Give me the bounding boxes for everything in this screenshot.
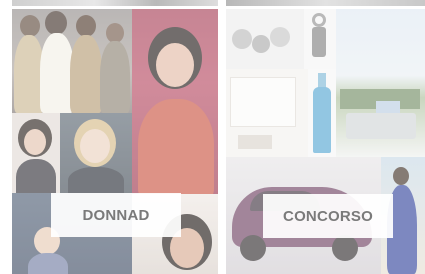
champagne-bottle-photo xyxy=(308,69,336,157)
resort-pool-photo xyxy=(336,9,425,157)
donnad-label[interactable]: DONNAD xyxy=(51,193,181,237)
gift-card-photo xyxy=(226,69,308,157)
portrait-dark-hair-photo xyxy=(12,113,60,193)
previous-row-image-strip xyxy=(12,0,218,6)
jewelry-photo xyxy=(226,9,304,69)
group-photo xyxy=(12,9,132,113)
donnad-tile[interactable]: DONNAD xyxy=(12,9,218,274)
keychain-photo xyxy=(304,9,336,69)
concorso-label[interactable]: CONCORSO xyxy=(263,194,393,238)
concorso-tile[interactable]: CONCORSO xyxy=(226,9,425,274)
portrait-blonde-woman-photo xyxy=(60,113,132,193)
previous-row-image-strip xyxy=(226,0,425,6)
portrait-woman-red-photo xyxy=(132,9,218,194)
